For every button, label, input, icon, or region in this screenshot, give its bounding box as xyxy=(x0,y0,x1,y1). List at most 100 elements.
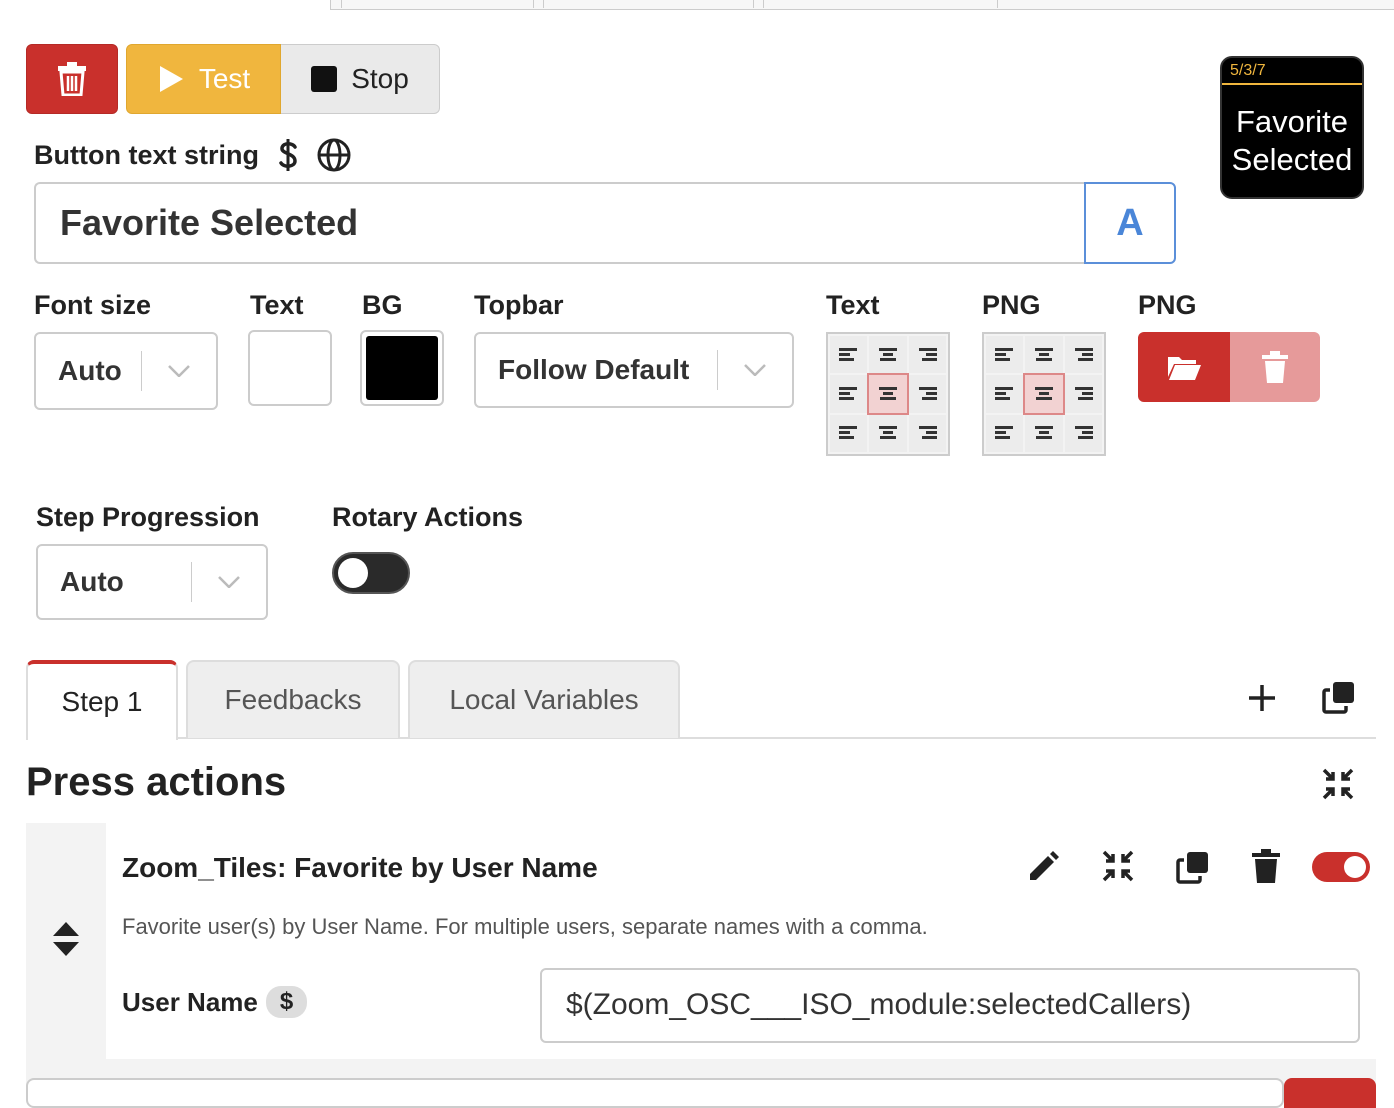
collapse-icon[interactable] xyxy=(1102,850,1134,882)
toggle-knob xyxy=(338,558,368,588)
align-center-icon xyxy=(1034,426,1053,440)
text-format-button[interactable]: A xyxy=(1084,182,1176,264)
duplicate-step-icon[interactable] xyxy=(1322,680,1356,714)
bg-color-picker[interactable] xyxy=(360,330,444,406)
align-top-left[interactable] xyxy=(830,336,868,374)
align-left-icon xyxy=(838,347,857,361)
png-align-bottom-center[interactable] xyxy=(1025,414,1063,452)
align-left-icon xyxy=(994,386,1013,400)
font-size-select[interactable]: Auto xyxy=(34,332,218,410)
trash-icon[interactable] xyxy=(1252,848,1280,884)
preview-page-ref: 5/3/7 xyxy=(1222,58,1362,85)
button-preview: 5/3/7 Favorite Selected xyxy=(1220,56,1364,199)
align-bottom-left[interactable] xyxy=(830,414,868,452)
align-bottom-center[interactable] xyxy=(869,414,907,452)
dollar-icon[interactable] xyxy=(277,138,299,172)
action-drag-handle[interactable] xyxy=(26,823,106,1059)
rotary-actions-label: Rotary Actions xyxy=(332,502,524,532)
tab-local-variables[interactable]: Local Variables xyxy=(408,660,680,738)
align-center-icon xyxy=(1034,347,1053,361)
trash-icon xyxy=(1262,351,1288,383)
step-progression-label: Step Progression xyxy=(36,502,260,532)
text-alignment-grid xyxy=(826,332,950,456)
add-step-icon[interactable] xyxy=(1246,682,1278,714)
test-stop-group: Test Stop xyxy=(126,44,440,114)
align-right-icon xyxy=(1075,347,1094,361)
font-size-label: Font size xyxy=(34,290,152,320)
font-size-value: Auto xyxy=(58,355,122,386)
align-right-icon xyxy=(1075,426,1094,440)
png-align-middle-left[interactable] xyxy=(986,375,1024,413)
bg-color-label: BG xyxy=(362,290,403,320)
top-strip xyxy=(330,0,1394,10)
align-left-icon xyxy=(994,347,1013,361)
topbar-value: Follow Default xyxy=(498,354,690,385)
png-delete-button[interactable] xyxy=(1230,332,1320,402)
align-center-icon xyxy=(878,386,897,400)
align-center-icon xyxy=(878,347,897,361)
next-action-delete[interactable] xyxy=(1284,1078,1376,1108)
png-align-top-right[interactable] xyxy=(1064,336,1102,374)
toggle-knob xyxy=(1344,856,1366,878)
png-align-label: PNG xyxy=(982,290,1041,320)
tab-feedbacks[interactable]: Feedbacks xyxy=(186,660,400,738)
duplicate-icon[interactable] xyxy=(1176,850,1210,884)
tab-step-1[interactable]: Step 1 xyxy=(26,660,178,740)
align-center-icon xyxy=(878,426,897,440)
user-name-field-label: User Name $ xyxy=(122,986,308,1018)
align-middle-center[interactable] xyxy=(867,373,909,415)
text-color-label: Text xyxy=(250,290,304,320)
png-align-bottom-right[interactable] xyxy=(1064,414,1102,452)
bg-color-swatch xyxy=(366,336,438,400)
tab-label: Feedbacks xyxy=(224,684,362,715)
png-align-bottom-left[interactable] xyxy=(986,414,1024,452)
png-align-middle-center[interactable] xyxy=(1023,373,1065,415)
chevron-down-icon xyxy=(218,576,240,588)
png-label: PNG xyxy=(1138,290,1197,320)
png-open-button[interactable] xyxy=(1138,332,1230,402)
test-label: Test xyxy=(198,63,251,94)
play-icon xyxy=(159,66,183,92)
edit-icon[interactable] xyxy=(1026,850,1060,884)
step-progression-select[interactable]: Auto xyxy=(36,544,268,620)
globe-icon[interactable] xyxy=(317,138,351,172)
test-button[interactable]: Test xyxy=(126,44,281,114)
action-description: Favorite user(s) by User Name. For multi… xyxy=(122,914,928,939)
button-text-input[interactable]: Favorite Selected xyxy=(34,182,1086,264)
png-align-middle-right[interactable] xyxy=(1064,375,1102,413)
png-alignment-grid xyxy=(982,332,1106,456)
variable-badge: $ xyxy=(265,986,308,1018)
topbar-label: Topbar xyxy=(474,290,564,320)
png-align-top-left[interactable] xyxy=(986,336,1024,374)
align-middle-right[interactable] xyxy=(908,375,946,413)
button-text-label-row: Button text string xyxy=(34,138,351,172)
step-progression-value: Auto xyxy=(60,566,124,597)
action-title: Zoom_Tiles: Favorite by User Name xyxy=(122,852,598,883)
button-text-label: Button text string xyxy=(34,139,259,170)
align-left-icon xyxy=(838,386,857,400)
user-name-input[interactable]: $(Zoom_OSC___ISO_module:selectedCallers) xyxy=(540,968,1360,1043)
align-center-icon xyxy=(1034,386,1053,400)
topbar-select[interactable]: Follow Default xyxy=(474,332,794,408)
folder-open-icon xyxy=(1168,357,1201,380)
tab-label: Local Variables xyxy=(449,684,639,715)
align-right-icon xyxy=(1075,386,1094,400)
align-top-center[interactable] xyxy=(869,336,907,374)
delete-button[interactable] xyxy=(26,44,118,114)
align-left-icon xyxy=(838,426,857,440)
rotary-actions-toggle[interactable] xyxy=(332,552,410,594)
stop-button[interactable]: Stop xyxy=(281,44,440,114)
text-color-picker[interactable] xyxy=(248,330,332,406)
align-bottom-right[interactable] xyxy=(908,414,946,452)
align-middle-left[interactable] xyxy=(830,375,868,413)
png-button-group xyxy=(1138,332,1320,402)
preview-text: Favorite Selected xyxy=(1231,104,1353,177)
text-format-letter: A xyxy=(1116,201,1144,244)
stop-label: Stop xyxy=(351,63,409,94)
align-top-right[interactable] xyxy=(908,336,946,374)
align-right-icon xyxy=(919,426,938,440)
action-enabled-toggle[interactable] xyxy=(1312,852,1370,882)
collapse-all-icon[interactable] xyxy=(1322,768,1354,800)
user-name-label: User Name xyxy=(122,986,258,1017)
png-align-top-center[interactable] xyxy=(1025,336,1063,374)
